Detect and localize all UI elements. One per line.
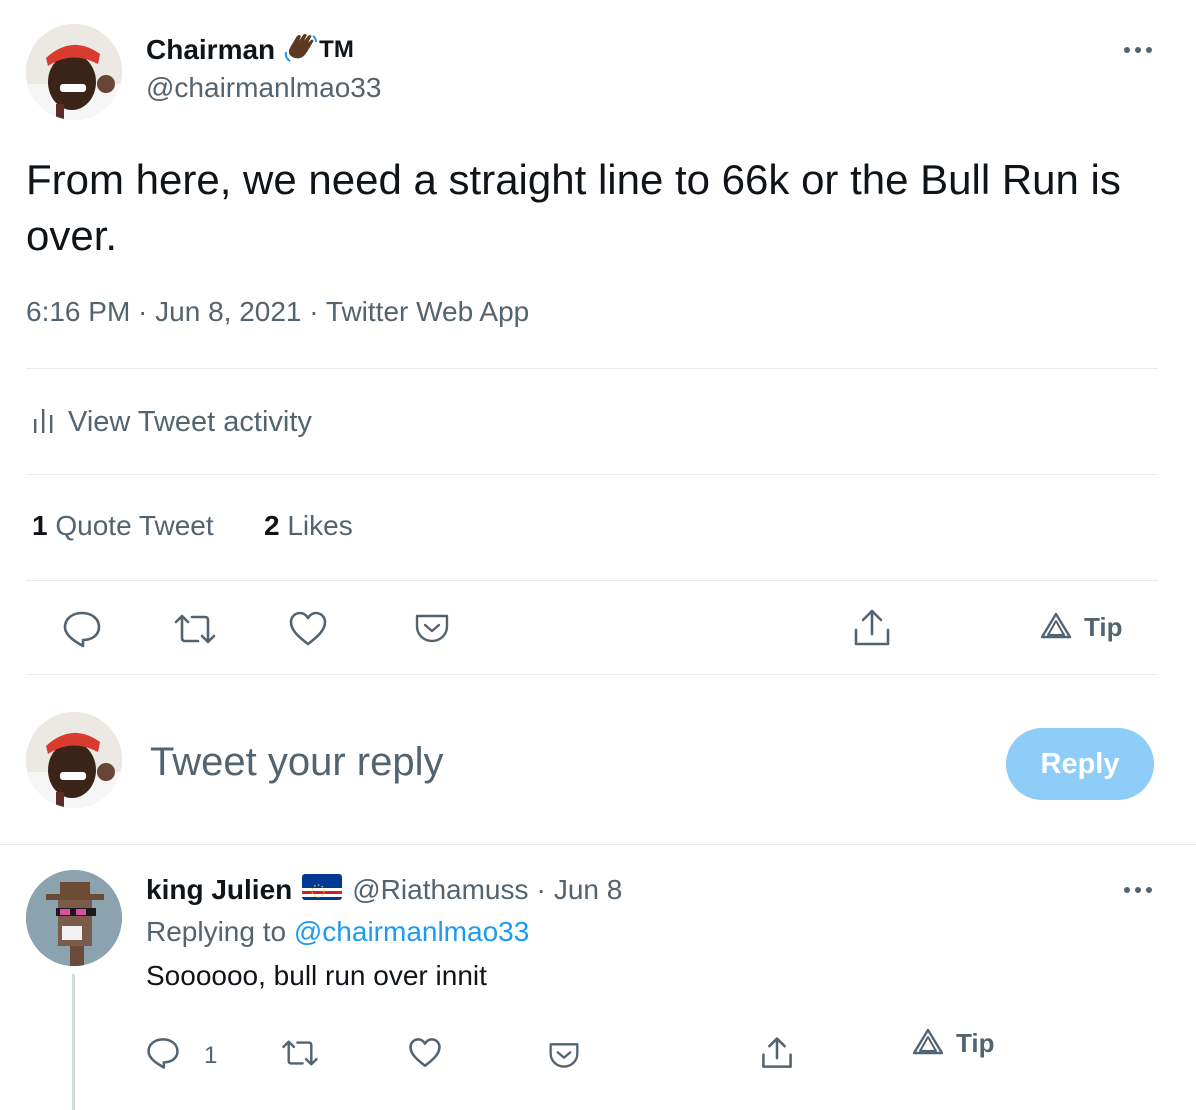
reply-more-options-icon[interactable] [1122, 880, 1154, 900]
reply-header-row: king Julien @Riathamuss · Jun 8 [146, 872, 622, 908]
replying-to-label: Replying to [146, 916, 287, 947]
tip-triangle-icon [1040, 611, 1072, 644]
bookmark-pocket-icon[interactable] [414, 612, 450, 644]
like-heart-icon[interactable] [288, 610, 328, 648]
retweet-icon[interactable] [172, 612, 218, 646]
reply-text: Soooooo, bull run over innit [146, 960, 487, 991]
author-avatar[interactable] [26, 24, 122, 120]
author-handle[interactable]: @chairmanlmao33 [146, 72, 381, 104]
tip-label: Tip [1084, 611, 1123, 642]
reply-tip-button[interactable]: Tip [912, 1026, 995, 1060]
divider [0, 844, 1196, 845]
reply-author-name[interactable]: king Julien [146, 874, 292, 906]
likes-count: 2 [264, 510, 280, 541]
view-tweet-activity-label: View Tweet activity [68, 405, 312, 438]
reply-share-icon[interactable] [760, 1036, 794, 1070]
more-options-icon[interactable] [1122, 40, 1154, 60]
reply-like-heart-icon[interactable] [408, 1036, 442, 1070]
reply-tip-label: Tip [956, 1027, 995, 1058]
reply-icon[interactable] [62, 610, 102, 648]
tweet-text: From here, we need a straight line to 66… [26, 156, 1121, 259]
reply-button[interactable]: Reply [1006, 728, 1154, 800]
reply-date[interactable]: Jun 8 [554, 874, 623, 906]
reply-reply-count: 1 [204, 1042, 218, 1069]
reply-separator: · [536, 874, 546, 905]
reply-composer-input[interactable]: Tweet your reply [150, 740, 970, 785]
likes-stat[interactable]: 2 Likes [264, 510, 353, 542]
share-icon[interactable] [852, 608, 892, 648]
tweet-meta: 6:16 PM · Jun 8, 2021 · Twitter Web App [26, 296, 530, 327]
reply-retweet-icon[interactable] [280, 1038, 320, 1068]
reply-author-handle[interactable]: @Riathamuss [352, 874, 528, 906]
quote-tweet-stat[interactable]: 1 Quote Tweet [32, 510, 214, 542]
author-avatar-image [26, 24, 122, 120]
author-name[interactable]: Chairman [146, 34, 275, 66]
composer-avatar [26, 712, 122, 808]
tip-button[interactable]: Tip [1040, 610, 1123, 644]
quote-label: Quote Tweet [55, 510, 214, 541]
author-name-row: Chairman TM [146, 32, 354, 68]
reply-reply-icon[interactable] [146, 1036, 180, 1070]
quote-count: 1 [32, 510, 48, 541]
waving-hand-icon [283, 32, 319, 69]
replying-to-handle-link[interactable]: @chairmanlmao33 [294, 916, 529, 947]
divider [26, 580, 1158, 581]
bar-chart-icon [32, 405, 54, 440]
view-tweet-activity-link[interactable]: View Tweet activity [32, 402, 312, 442]
trademark-badge: TM [319, 36, 354, 63]
reply-thread-line [72, 974, 75, 1110]
replying-to-row: Replying to @chairmanlmao33 [146, 916, 529, 948]
reply-author-avatar[interactable] [26, 870, 122, 966]
reply-tip-triangle-icon [912, 1027, 944, 1060]
divider [26, 674, 1158, 675]
divider [26, 368, 1158, 369]
likes-label: Likes [287, 510, 353, 541]
divider [26, 474, 1158, 475]
cape-verde-flag-icon [302, 873, 343, 907]
reply-bookmark-pocket-icon[interactable] [548, 1040, 580, 1070]
